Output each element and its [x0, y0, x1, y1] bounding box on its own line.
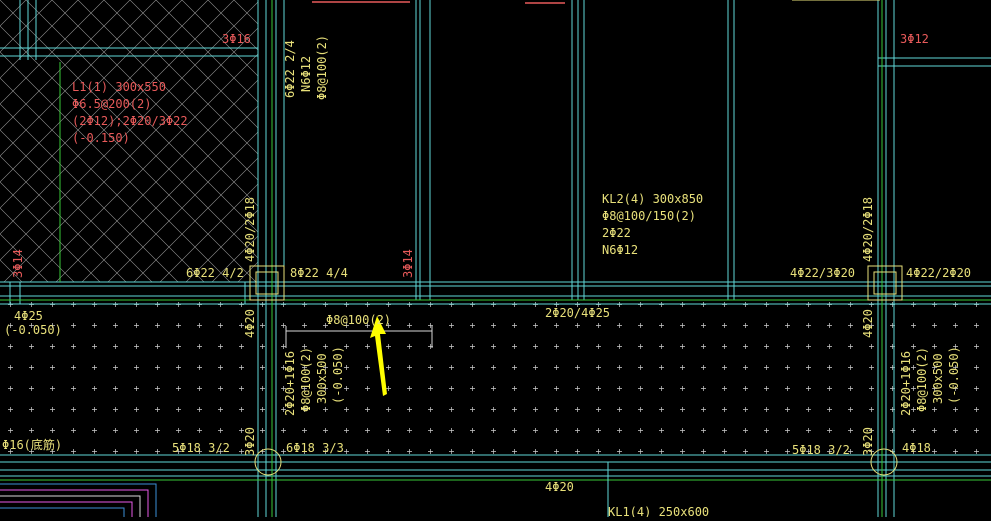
- red-marks: [312, 1, 565, 4]
- mid-2phi20-4phi25: 2Φ20/4Φ25: [545, 306, 610, 320]
- left-vbeam-2: Φ8@100(2): [299, 347, 313, 412]
- left-4phi25: 4Φ25: [14, 309, 43, 323]
- right-vbeam-4: (-0.050): [947, 346, 961, 404]
- right-vbeam-2: Φ8@100(2): [915, 347, 929, 412]
- bottom-kl1: KL1(4) 250x600: [608, 505, 709, 517]
- right-vbeam-1: 2Φ20+1Φ16: [899, 351, 913, 416]
- kl2-line4: N6Φ12: [602, 243, 638, 257]
- bottom-6phi18: 6Φ18 3/3: [286, 441, 344, 455]
- left-vbeam-1: 2Φ20+1Φ16: [283, 351, 297, 416]
- l1-line4: (-0.150): [72, 131, 130, 145]
- col-left-v3: Φ8@100(2): [315, 35, 329, 100]
- l1-line3: (2Φ12);2Φ20/3Φ22: [72, 114, 188, 128]
- left-red-3phi14: 3Φ14: [11, 249, 25, 278]
- beam-4phi22-3phi20: 4Φ22/3Φ20: [790, 266, 855, 280]
- left-elev: (-0.050): [4, 323, 62, 337]
- top-right-3phi12: 3Φ12: [900, 32, 929, 46]
- col-left-v2: N6Φ12: [299, 56, 313, 92]
- cad-drawing[interactable]: KL2(4) 300x850 Φ8@100/150(2) 2Φ22 N6Φ12 …: [0, 0, 991, 519]
- kl2-line2: Φ8@100/150(2): [602, 209, 696, 223]
- bottom-5phi18-left: 5Φ18 3/2: [172, 441, 230, 455]
- top-left-3phi16: 3Φ16: [222, 32, 251, 46]
- mid-red-3phi14: 3Φ14: [401, 249, 415, 278]
- bottom-4phi20: 4Φ20: [545, 480, 574, 494]
- l1-line2: Φ6.5@200(2): [72, 97, 151, 111]
- bottom-3phi20-left: 3Φ20: [243, 427, 257, 456]
- left-vbeam-3: 300x500: [315, 353, 329, 404]
- beam-6phi22: 6Φ22 4/2: [186, 266, 244, 280]
- kl2-line1: KL2(4) 300x850: [602, 192, 703, 206]
- bottom-3phi20-right: 3Φ20: [861, 427, 875, 456]
- left-4phi20-2phi18: 4Φ20/2Φ18: [243, 197, 257, 262]
- stirrup-callout: Φ8@100(2): [326, 313, 391, 327]
- right-4phi20-a: 4Φ20: [861, 309, 875, 338]
- left-vbeam-4: (-0.050): [331, 346, 345, 404]
- right-vbeam-3: 300x500: [931, 353, 945, 404]
- dotted-slab-region: [0, 300, 991, 455]
- left-4phi20-a: 4Φ20: [243, 309, 257, 338]
- left-phi16: Φ16(底筋): [2, 437, 62, 452]
- kl2-line3: 2Φ22: [602, 226, 631, 240]
- col-left-v1: 6Φ22 2/4: [283, 40, 297, 98]
- right-4phi20-2phi18: 4Φ20/2Φ18: [861, 197, 875, 262]
- column-boxes: [249, 0, 903, 301]
- bottom-5phi18-right: 5Φ18 3/2: [792, 443, 850, 457]
- beam-8phi22: 8Φ22 4/4: [290, 266, 348, 280]
- beam-4phi22-2phi20: 4Φ22/2Φ20: [906, 266, 971, 280]
- cad-drawing-canvas[interactable]: KL2(4) 300x850 Φ8@100/150(2) 2Φ22 N6Φ12 …: [0, 0, 991, 519]
- l1-line1: L1(1) 300x550: [72, 80, 166, 94]
- bottom-4phi18: 4Φ18: [902, 441, 931, 455]
